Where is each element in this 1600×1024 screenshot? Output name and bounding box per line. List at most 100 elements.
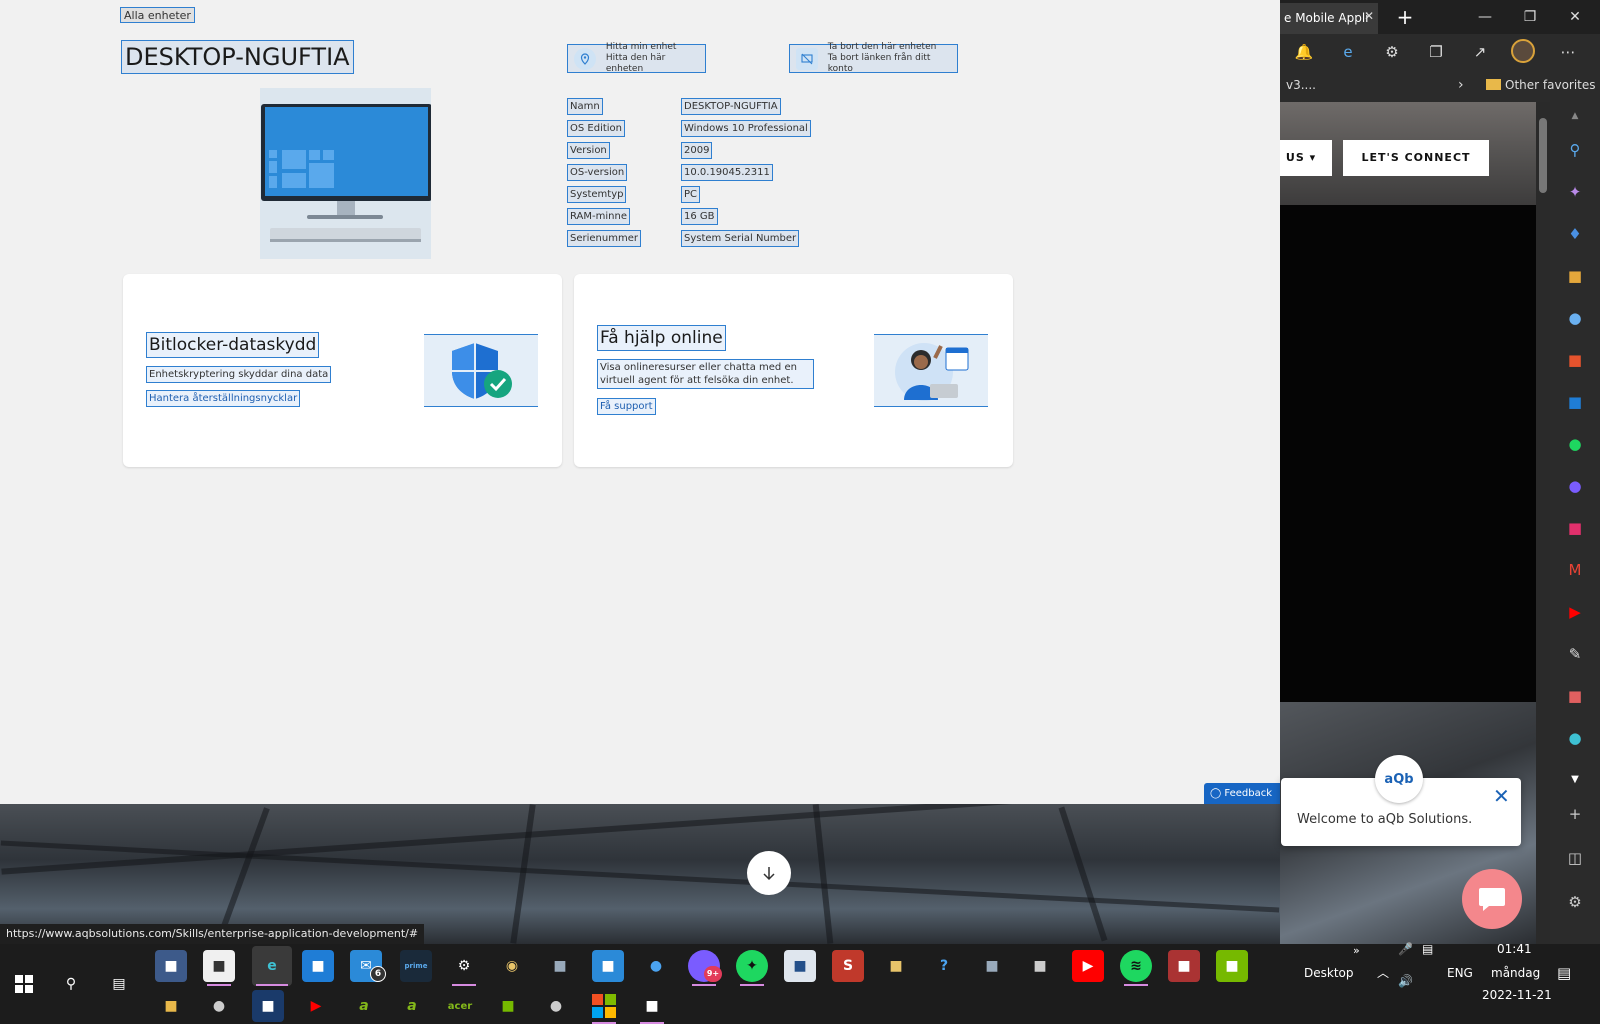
office-icon[interactable]: ■ (1563, 348, 1587, 372)
edge-icon[interactable]: ● (1563, 726, 1587, 750)
gmail-icon[interactable]: M (1563, 558, 1587, 582)
task-view-icon[interactable]: ▤ (103, 968, 135, 1000)
messenger-icon[interactable]: ● (1563, 474, 1587, 498)
tab-close-icon[interactable]: ✕ (1364, 10, 1374, 22)
language-indicator[interactable]: ENG (1447, 966, 1473, 980)
edge-icon[interactable]: e (252, 946, 292, 986)
app-icon[interactable]: ✎ (1563, 642, 1587, 666)
close-icon[interactable]: ✕ (1493, 786, 1510, 806)
site-nav-dropdown[interactable]: US ▾ (1280, 140, 1332, 176)
package-icon[interactable]: ■ (1024, 950, 1056, 982)
outlook-icon[interactable]: ■ (1563, 390, 1587, 414)
favorites-bar: v3.... › Other favorites (1280, 68, 1600, 102)
acer-logo-icon[interactable]: acer (444, 990, 476, 1022)
microsoft-logo-icon[interactable] (588, 990, 620, 1022)
page-scrollbar[interactable] (1536, 102, 1550, 944)
people-icon[interactable]: ● (1563, 306, 1587, 330)
winrar-icon[interactable]: ■ (1168, 950, 1200, 982)
explorer-app-icon[interactable]: ■ (155, 950, 187, 982)
other-favorites-folder[interactable]: Other favorites (1486, 68, 1596, 102)
sidebar-scroll-up-icon[interactable]: ▲ (1563, 104, 1587, 128)
search-icon[interactable]: ⚲ (55, 968, 87, 1000)
calendar-icon[interactable]: ■ (302, 950, 334, 982)
nvidia-icon[interactable]: ■ (1216, 950, 1248, 982)
feedback-button[interactable]: ◯ Feedback (1204, 783, 1280, 805)
chevron-right-icon[interactable]: › (1458, 68, 1464, 102)
tools-icon[interactable]: ■ (1563, 264, 1587, 288)
profile-avatar[interactable] (1511, 39, 1535, 63)
acer-a-icon-2[interactable]: a (396, 990, 428, 1022)
youtube-icon-2[interactable]: ▶ (300, 990, 332, 1022)
scrollbar-thumb[interactable] (1539, 118, 1547, 193)
restore-button[interactable]: ❐ (1517, 6, 1543, 28)
new-tab-button[interactable]: + (1393, 6, 1417, 30)
ie-mode-icon[interactable]: e (1336, 40, 1360, 64)
image-viewer-icon[interactable]: ■ (784, 950, 816, 982)
edge-dev-icon[interactable]: ● (203, 990, 235, 1022)
breadcrumb-all-devices[interactable]: Alla enheter (120, 7, 195, 23)
folder-icon (1486, 79, 1501, 90)
shopping-tag-icon[interactable]: ♦ (1563, 222, 1587, 246)
minimize-button[interactable]: — (1472, 6, 1498, 28)
clock-day[interactable]: måndag (1491, 966, 1540, 980)
notifications-icon[interactable]: ▤ (1557, 964, 1571, 982)
books-icon[interactable]: ■ (880, 950, 912, 982)
settings-gear-icon[interactable]: ⚙ (1563, 890, 1587, 914)
collections-icon[interactable]: ❐ (1424, 40, 1448, 64)
lets-connect-button[interactable]: LET'S CONNECT (1343, 140, 1489, 176)
app-red-icon[interactable]: S (832, 950, 864, 982)
file-explorer-icon[interactable]: ■ (155, 990, 187, 1022)
info-label-os-version: OS-version (567, 164, 628, 181)
app-circle-icon[interactable]: ● (540, 990, 572, 1022)
info-label-system-type: Systemtyp (567, 186, 627, 203)
find-my-device-button[interactable]: Hitta min enhet Hitta den här enheten (567, 42, 706, 74)
speaker-app-icon[interactable]: ✦ (736, 950, 768, 982)
notepad-icon[interactable]: ■ (636, 990, 668, 1022)
remove-device-button[interactable]: Ta bort den här enheten Ta bort länken f… (789, 42, 958, 74)
paint-icon[interactable]: ◉ (496, 950, 528, 982)
control-panel-icon[interactable]: ■ (592, 950, 624, 982)
nvidia-icon-2[interactable]: ■ (492, 990, 524, 1022)
scroll-down-button[interactable] (747, 851, 791, 895)
manage-recovery-keys-link[interactable]: Hantera återställningsnycklar (146, 390, 301, 407)
bell-icon[interactable]: 🔔 (1292, 40, 1316, 64)
close-window-button[interactable]: ✕ (1562, 6, 1588, 28)
help-icon[interactable]: ? (928, 950, 960, 982)
clock-date[interactable]: 2022-11-21 (1482, 988, 1552, 1002)
store-icon[interactable]: ■ (203, 950, 235, 982)
microphone-icon[interactable]: 🎤 (1398, 942, 1413, 956)
share-icon[interactable]: ↗ (1468, 40, 1492, 64)
youtube-icon[interactable]: ▶ (1072, 950, 1104, 982)
network-icon[interactable]: ▤ (1422, 942, 1433, 956)
prime-video-icon[interactable]: prime (400, 950, 432, 982)
search-icon[interactable]: ⚲ (1563, 138, 1587, 162)
more-menu-icon[interactable]: ⋯ (1556, 40, 1580, 64)
add-icon[interactable]: + (1563, 802, 1587, 826)
acer-a-icon[interactable]: a (348, 990, 380, 1022)
store-icon[interactable]: ■ (1563, 684, 1587, 708)
favorites-item-truncated[interactable]: v3.... (1286, 68, 1316, 102)
chat-launcher-button[interactable] (1462, 869, 1522, 929)
clock-time[interactable]: 01:41 (1497, 942, 1532, 956)
mail-icon[interactable]: ✉ 6 (350, 950, 386, 982)
desktop-toolbar-label[interactable]: Desktop (1304, 966, 1354, 980)
youtube-icon[interactable]: ▶ (1563, 600, 1587, 624)
tips-bulb-icon[interactable]: ● (640, 950, 672, 982)
overflow-chevron-icon[interactable]: » (1353, 944, 1360, 957)
instagram-icon[interactable]: ■ (1563, 516, 1587, 540)
discover-icon[interactable]: ✦ (1563, 180, 1587, 204)
spotify-icon[interactable]: ≋ (1120, 950, 1152, 982)
split-screen-icon[interactable]: ◫ (1563, 846, 1587, 870)
tray-chevron-up-icon[interactable]: ︿ (1377, 964, 1389, 981)
extensions-icon[interactable]: ⚙ (1380, 40, 1404, 64)
windows-start-icon[interactable] (8, 968, 40, 1000)
device-manager-icon[interactable]: ■ (976, 950, 1008, 982)
app-blue-icon[interactable]: ■ (252, 990, 284, 1022)
get-support-link[interactable]: Få support (597, 398, 656, 415)
volume-icon[interactable]: 🔊 (1398, 974, 1413, 988)
spotify-icon[interactable]: ● (1563, 432, 1587, 456)
photos-icon[interactable]: ■ (544, 950, 576, 982)
settings-gear-icon[interactable]: ⚙ (448, 950, 480, 982)
chevron-down-icon[interactable]: ▼ (1563, 768, 1587, 792)
messenger-icon[interactable]: 9+ (688, 950, 722, 982)
